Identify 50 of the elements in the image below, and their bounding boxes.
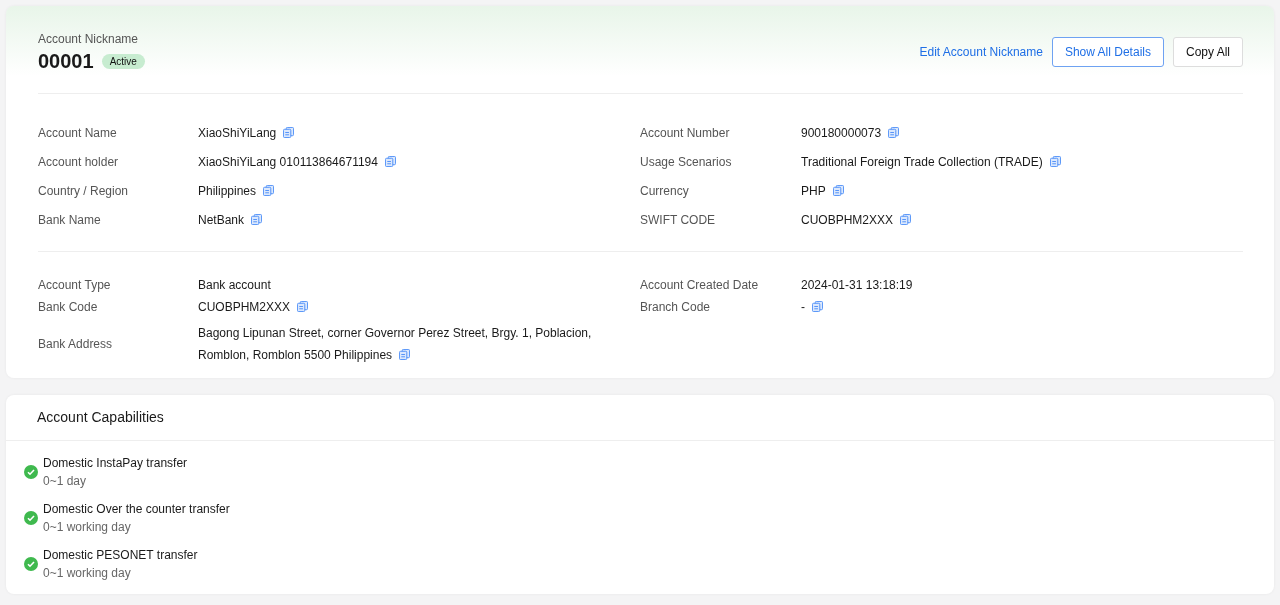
capability-name: Domestic PESONET transfer [43, 548, 198, 562]
field-label: Account Number [640, 126, 731, 140]
field-value: PHP [801, 184, 844, 198]
field-value: 2024-01-31 13:18:19 [801, 278, 913, 292]
copy-icon[interactable] [812, 301, 823, 312]
edit-nickname-link[interactable]: Edit Account Nickname [919, 45, 1043, 59]
field-label: Bank Address [38, 337, 114, 351]
field-label: SWIFT CODE [640, 213, 717, 227]
capability-time: 0~1 day [43, 474, 88, 488]
copy-icon[interactable] [297, 301, 309, 312]
status-badge: Active [101, 53, 145, 69]
field-label: Bank Code [38, 300, 99, 314]
account-nickname: 00001 [38, 49, 94, 73]
field-label: Country / Region [38, 184, 130, 198]
field-label: Account Name [38, 126, 118, 140]
nickname-label: Account Nickname [38, 32, 140, 46]
capability-time: 0~1 working day [43, 566, 132, 580]
show-details-button[interactable]: Show All Details [1051, 37, 1164, 67]
field-label: Account Type [38, 278, 112, 292]
field-label: Bank Name [38, 213, 102, 227]
field-value: CUOBPHM2XXX [198, 300, 309, 314]
copy-icon[interactable] [888, 127, 900, 138]
capability-name: Domestic InstaPay transfer [43, 456, 188, 470]
copy-icon[interactable] [251, 214, 263, 225]
field-value: NetBank [198, 213, 263, 227]
copy-all-button[interactable]: Copy All [1172, 37, 1243, 67]
copy-icon[interactable] [832, 185, 844, 196]
field-value: Bank account [198, 278, 271, 292]
field-value: XiaoShiYiLang [198, 126, 295, 140]
copy-icon[interactable] [384, 156, 396, 167]
field-value: 900180000073 [801, 126, 900, 140]
copy-icon[interactable] [283, 127, 295, 138]
copy-icon[interactable] [263, 185, 275, 196]
field-value: CUOBPHM2XXX [801, 213, 912, 227]
field-value: Philippines [198, 184, 275, 198]
field-label: Account Created Date [640, 278, 760, 292]
field-label: Branch Code [640, 300, 712, 314]
copy-icon[interactable] [1049, 156, 1061, 167]
capability-time: 0~1 working day [43, 520, 132, 534]
field-label: Currency [640, 184, 690, 198]
copy-icon[interactable] [900, 214, 912, 225]
section-title: Account Capabilities [6, 395, 1274, 441]
copy-icon[interactable] [399, 349, 411, 360]
field-value: XiaoShiYiLang 010113864671194 [198, 155, 396, 169]
field-label: Usage Scenarios [640, 155, 733, 169]
field-label: Account holder [38, 155, 120, 169]
field-value: Traditional Foreign Trade Collection (TRADE) [801, 155, 1061, 169]
field-value: - [801, 300, 823, 314]
field-value: Bagong Lipunan Street, corner Governor Perez Street, Brgy. 1, Poblacion, Romblon, Romblon 5500 Philippines [198, 326, 592, 362]
capability-name: Domestic Over the counter transfer [43, 502, 230, 516]
